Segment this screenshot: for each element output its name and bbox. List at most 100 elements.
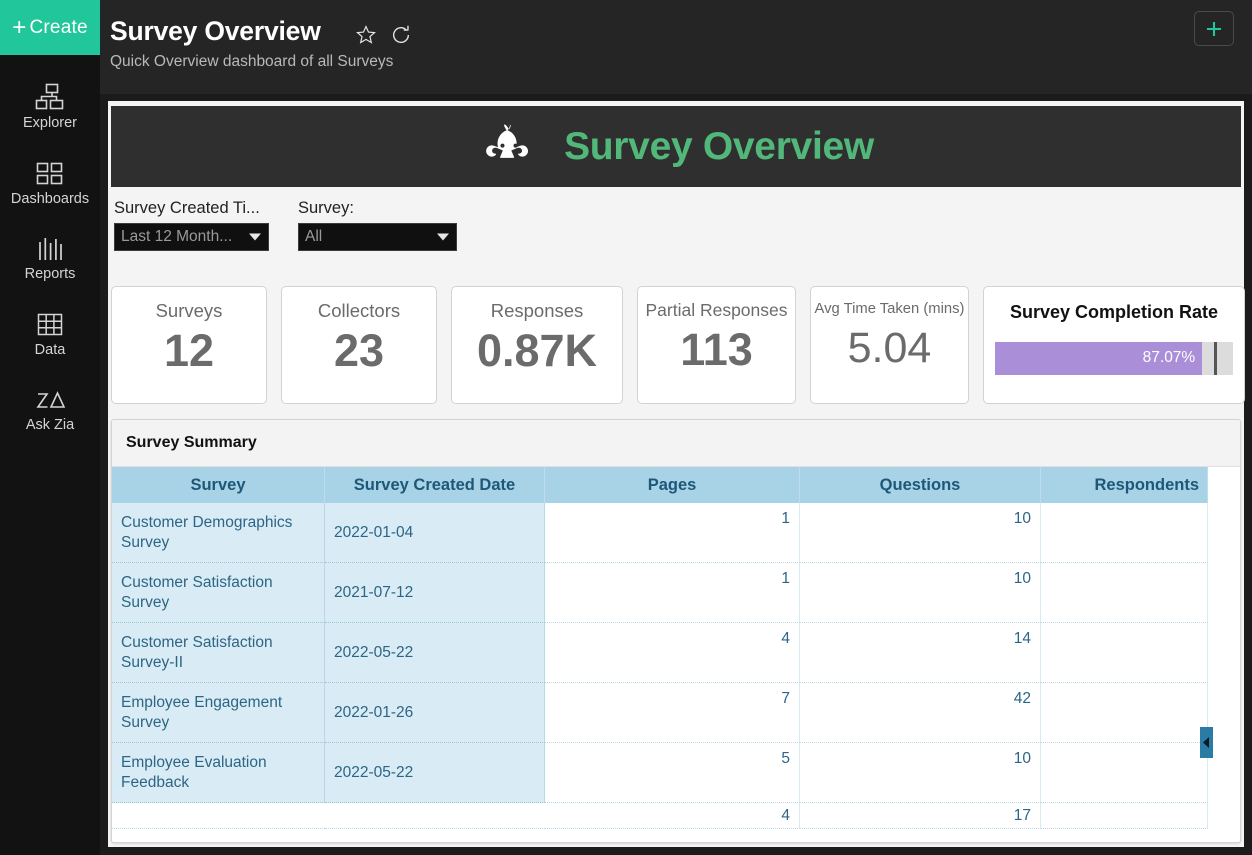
- kpi-label: Survey Completion Rate: [984, 303, 1244, 323]
- cell-respondents: [1041, 803, 1208, 829]
- cell-questions: 10: [800, 503, 1041, 563]
- cell-pages: 4: [545, 623, 800, 683]
- cell-survey: Customer Satisfaction Survey-II: [112, 623, 325, 683]
- cell-survey: Employee Engagement Survey: [112, 683, 325, 743]
- star-icon[interactable]: [355, 24, 377, 51]
- top-header-bar: Survey Overview Quick Overview dashboard…: [100, 0, 1252, 94]
- dashboards-icon: [36, 153, 64, 187]
- cell-created-date: 2021-07-12: [325, 563, 545, 623]
- gauge-value-label: 87.07%: [1143, 349, 1203, 367]
- table-header-row: Survey Survey Created Date Pages Questio…: [112, 467, 1240, 503]
- table-row[interactable]: Customer Satisfaction Survey-II 2022-05-…: [112, 623, 1240, 683]
- kpi-label: Surveys: [156, 301, 223, 321]
- surveymonkey-logo-icon: [478, 124, 540, 170]
- kpi-label: Collectors: [318, 301, 400, 321]
- page-title: Survey Overview: [110, 16, 321, 47]
- kpi-value: 113: [680, 326, 753, 373]
- survey-created-time-select[interactable]: Last 12 Month...: [114, 223, 269, 251]
- kpi-card-surveys[interactable]: Surveys 12: [111, 286, 267, 404]
- left-nav-rail: + Create Explorer: [0, 0, 100, 855]
- sidebar-item-label: Dashboards: [11, 192, 89, 207]
- filter-label: Survey:: [298, 199, 457, 217]
- ask-zia-icon: [35, 379, 65, 413]
- refresh-icon[interactable]: [390, 24, 412, 51]
- cell-created-date: 2022-05-22: [325, 743, 545, 803]
- kpi-label: Partial Responses: [645, 301, 787, 320]
- sidebar-item-label: Explorer: [23, 116, 77, 131]
- table-row[interactable]: 4 17: [112, 803, 1240, 829]
- data-icon: [36, 304, 64, 338]
- kpi-value: 23: [334, 327, 384, 374]
- table-row[interactable]: Customer Satisfaction Survey 2021-07-12 …: [112, 563, 1240, 623]
- kpi-card-survey-completion-rate[interactable]: Survey Completion Rate 87.07%: [983, 286, 1245, 404]
- filter-bar: Survey Created Ti... Last 12 Month... Su…: [114, 199, 457, 251]
- column-header-survey[interactable]: Survey: [112, 467, 325, 503]
- kpi-card-responses[interactable]: Responses 0.87K: [451, 286, 623, 404]
- cell-respondents: [1041, 503, 1208, 563]
- filter-survey: Survey: All: [298, 199, 457, 251]
- cell-pages: 5: [545, 743, 800, 803]
- table-row[interactable]: Customer Demographics Survey 2022-01-04 …: [112, 503, 1240, 563]
- add-widget-button[interactable]: [1194, 11, 1234, 46]
- reports-icon: [36, 228, 64, 262]
- kpi-label: Avg Time Taken (mins): [815, 301, 965, 317]
- create-button[interactable]: + Create: [0, 0, 100, 55]
- cell-questions: 14: [800, 623, 1041, 683]
- select-value: Last 12 Month...: [115, 228, 232, 246]
- cell-survey: Customer Satisfaction Survey: [112, 563, 325, 623]
- plus-icon: +: [12, 16, 26, 40]
- column-header-survey-created-date[interactable]: Survey Created Date: [325, 467, 545, 503]
- sidebar-item-explorer[interactable]: Explorer: [0, 77, 100, 131]
- create-button-label: Create: [29, 17, 87, 39]
- widget-header: Survey Summary: [112, 420, 1240, 467]
- column-header-pages[interactable]: Pages: [545, 467, 800, 503]
- kpi-card-partial-responses[interactable]: Partial Responses 113: [637, 286, 796, 404]
- cell-questions: 10: [800, 563, 1041, 623]
- cell-respondents: [1041, 743, 1208, 803]
- survey-summary-widget: Survey Summary Survey Survey Created Dat…: [111, 419, 1241, 843]
- explorer-icon: [35, 77, 65, 111]
- cell-created-date: 2022-05-22: [325, 623, 545, 683]
- dashboard-banner: Survey Overview: [111, 106, 1241, 187]
- kpi-card-avg-time-taken[interactable]: Avg Time Taken (mins) 5.04: [810, 286, 969, 404]
- widget-title: Survey Summary: [126, 434, 257, 452]
- kpi-value: 12: [164, 327, 214, 374]
- table-scroll-handle[interactable]: [1200, 727, 1213, 758]
- cell-pages: 4: [545, 803, 800, 829]
- scroll-left-arrow-icon: [1203, 737, 1210, 748]
- completion-rate-gauge: 87.07%: [995, 342, 1233, 375]
- cell-questions: 42: [800, 683, 1041, 743]
- filter-survey-created-time: Survey Created Ti... Last 12 Month...: [114, 199, 269, 251]
- cell-respondents: [1041, 623, 1208, 683]
- column-header-questions[interactable]: Questions: [800, 467, 1041, 503]
- cell-survey: [112, 803, 325, 829]
- cell-pages: 7: [545, 683, 800, 743]
- chevron-down-icon: [437, 234, 449, 241]
- chevron-down-icon: [249, 234, 261, 241]
- survey-summary-table: Survey Survey Created Date Pages Questio…: [112, 467, 1240, 829]
- kpi-card-row: Surveys 12 Collectors 23 Responses 0.87K…: [111, 286, 1245, 404]
- kpi-card-collectors[interactable]: Collectors 23: [281, 286, 437, 404]
- sidebar-item-label: Ask Zia: [26, 418, 74, 433]
- table-row[interactable]: Employee Evaluation Feedback 2022-05-22 …: [112, 743, 1240, 803]
- gauge-target-marker: [1214, 342, 1217, 375]
- kpi-value: 0.87K: [477, 327, 597, 374]
- sidebar-item-ask-zia[interactable]: Ask Zia: [0, 379, 100, 433]
- cell-pages: 1: [545, 563, 800, 623]
- cell-survey: Customer Demographics Survey: [112, 503, 325, 563]
- plus-icon: [1204, 19, 1224, 39]
- sidebar-item-reports[interactable]: Reports: [0, 228, 100, 282]
- cell-respondents: [1041, 563, 1208, 623]
- column-header-respondents[interactable]: Respondents: [1041, 467, 1208, 503]
- table-row[interactable]: Employee Engagement Survey 2022-01-26 7 …: [112, 683, 1240, 743]
- cell-created-date: 2022-01-04: [325, 503, 545, 563]
- cell-pages: 1: [545, 503, 800, 563]
- survey-select[interactable]: All: [298, 223, 457, 251]
- sidebar-item-dashboards[interactable]: Dashboards: [0, 153, 100, 207]
- sidebar-item-label: Data: [35, 343, 66, 358]
- sidebar-item-data[interactable]: Data: [0, 304, 100, 358]
- kpi-value: 5.04: [848, 326, 932, 371]
- kpi-label: Responses: [491, 301, 584, 321]
- cell-questions: 10: [800, 743, 1041, 803]
- cell-created-date: 2022-01-26: [325, 683, 545, 743]
